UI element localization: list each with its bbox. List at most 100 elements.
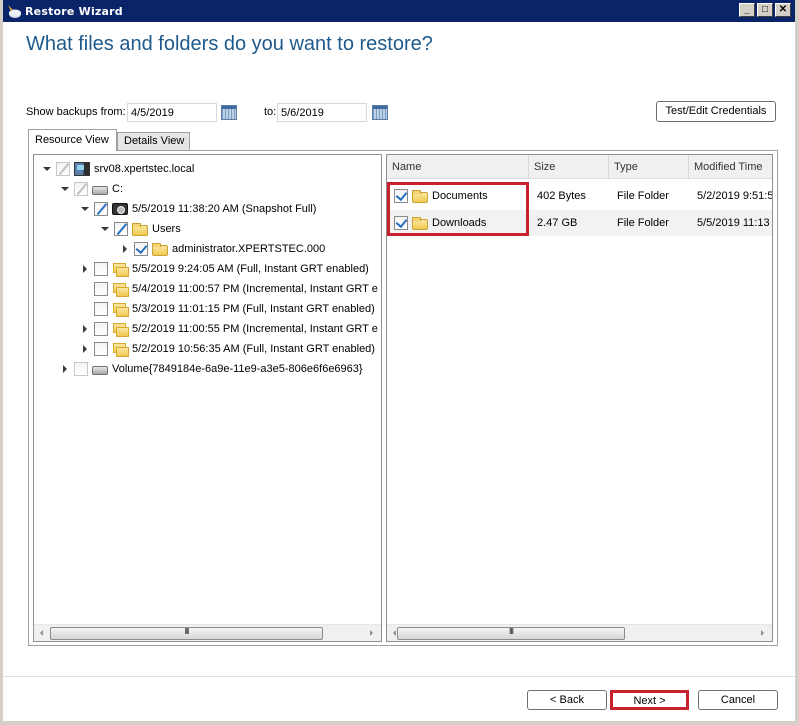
type-cell: File Folder bbox=[617, 190, 669, 202]
maximize-button[interactable]: □ bbox=[757, 3, 773, 17]
test-edit-credentials-button[interactable]: Test/Edit Credentials bbox=[656, 101, 776, 122]
file-list-row[interactable]: Documents 402 Bytes File Folder 5/2/2019 9:… bbox=[387, 183, 772, 209]
folder-icon bbox=[152, 242, 168, 256]
file-name: Documents bbox=[432, 190, 488, 202]
file-name: Downloads bbox=[432, 217, 487, 229]
tree-node[interactable]: 5/5/2019 9:24:05 AM (Full, Instant GRT e… bbox=[80, 259, 369, 279]
tree-node-checkbox[interactable] bbox=[94, 342, 108, 356]
restore-wizard-window: Restore Wizard _ □ ✕ What files and fold… bbox=[0, 0, 799, 725]
tree-horizontal-scrollbar[interactable] bbox=[34, 624, 381, 641]
collapse-arrow-icon[interactable] bbox=[80, 204, 90, 214]
from-date-label: Show backups from: bbox=[26, 106, 126, 118]
tree-node[interactable]: 5/5/2019 11:38:20 AM (Snapshot Full) bbox=[80, 199, 316, 219]
tree-node[interactable]: Volume{7849184e-6a9e-11e9-a3e5-806e6f6e6… bbox=[60, 359, 363, 379]
footer-divider bbox=[3, 676, 795, 677]
to-calendar-icon[interactable] bbox=[372, 105, 388, 120]
next-button[interactable]: Next > bbox=[610, 690, 689, 710]
tree-node-checkbox[interactable] bbox=[74, 362, 88, 376]
scroll-left-arrow-icon[interactable] bbox=[393, 630, 396, 636]
tree-node-label: 5/4/2019 11:00:57 PM (Incremental, Insta… bbox=[132, 283, 378, 295]
drive-icon bbox=[92, 186, 108, 195]
expand-arrow-icon[interactable] bbox=[120, 244, 130, 254]
volume-icon bbox=[92, 366, 108, 375]
backup-set-icon bbox=[112, 262, 129, 277]
tree-node-checkbox[interactable] bbox=[94, 262, 108, 276]
collapse-arrow-icon[interactable] bbox=[100, 224, 110, 234]
size-cell: 2.47 GB bbox=[537, 217, 578, 229]
column-header-name[interactable]: Name bbox=[387, 155, 529, 179]
tree-node-checkbox[interactable] bbox=[94, 282, 108, 296]
tab-details-view[interactable]: Details View bbox=[117, 132, 190, 150]
cancel-button[interactable]: Cancel bbox=[698, 690, 778, 710]
folder-icon bbox=[132, 222, 148, 236]
title-bar[interactable]: Restore Wizard _ □ ✕ bbox=[3, 0, 795, 22]
tree-node-label: Volume{7849184e-6a9e-11e9-a3e5-806e6f6e6… bbox=[112, 363, 363, 375]
minimize-icon: _ bbox=[744, 4, 750, 15]
backup-set-icon bbox=[112, 322, 129, 337]
close-button[interactable]: ✕ bbox=[775, 3, 791, 17]
folder-icon bbox=[412, 189, 428, 203]
column-header-type[interactable]: Type bbox=[609, 155, 689, 179]
file-list-horizontal-scrollbar[interactable] bbox=[387, 624, 772, 641]
file-list-row[interactable]: Downloads 2.47 GB File Folder 5/5/2019 11:1… bbox=[387, 210, 772, 236]
column-header-size[interactable]: Size bbox=[529, 155, 609, 179]
backup-set-icon bbox=[112, 302, 129, 317]
expand-arrow-icon[interactable] bbox=[80, 324, 90, 334]
folder-icon bbox=[412, 216, 428, 230]
close-icon: ✕ bbox=[778, 4, 788, 15]
window-title: Restore Wizard bbox=[25, 4, 123, 18]
from-calendar-icon[interactable] bbox=[221, 105, 237, 120]
scroll-right-arrow-icon[interactable] bbox=[370, 630, 373, 636]
resource-view-panel: srv08.xpertstec.local C: 5/5/2019 11:38:20… bbox=[28, 150, 778, 646]
scroll-right-arrow-icon[interactable] bbox=[761, 630, 764, 636]
tree-node-checkbox[interactable] bbox=[74, 182, 88, 196]
backup-set-icon bbox=[112, 282, 129, 297]
tree-node-label: 5/2/2019 10:56:35 AM (Full, Instant GRT … bbox=[132, 343, 375, 355]
file-list-header: Name Size Type Modified Time bbox=[387, 155, 772, 179]
scroll-thumb[interactable] bbox=[397, 627, 625, 640]
tree-node[interactable]: administrator.XPERTSTEC.000 bbox=[120, 239, 325, 259]
scroll-left-arrow-icon[interactable] bbox=[40, 630, 43, 636]
from-date-input[interactable] bbox=[127, 103, 217, 122]
expand-arrow-icon[interactable] bbox=[80, 344, 90, 354]
tree-node-checkbox[interactable] bbox=[56, 162, 70, 176]
tree-node[interactable]: Users bbox=[100, 219, 181, 239]
expand-arrow-icon[interactable] bbox=[80, 264, 90, 274]
tree-node-checkbox[interactable] bbox=[134, 242, 148, 256]
tree-node[interactable]: 5/4/2019 11:00:57 PM (Incremental, Insta… bbox=[80, 279, 378, 299]
size-cell: 402 Bytes bbox=[537, 190, 586, 202]
to-date-label: to: bbox=[264, 106, 277, 118]
tree-node-label: 5/5/2019 9:24:05 AM (Full, Instant GRT e… bbox=[132, 263, 369, 275]
tree-node[interactable]: 5/3/2019 11:01:15 PM (Full, Instant GRT … bbox=[80, 299, 375, 319]
column-header-modified-time[interactable]: Modified Time bbox=[689, 155, 772, 179]
expand-arrow-icon[interactable] bbox=[60, 364, 70, 374]
tree-node-checkbox[interactable] bbox=[94, 202, 108, 216]
file-checkbox[interactable] bbox=[394, 216, 408, 230]
type-cell: File Folder bbox=[617, 217, 669, 229]
snapshot-icon bbox=[112, 203, 128, 215]
tree-node-checkbox[interactable] bbox=[94, 322, 108, 336]
tree-node[interactable]: C: bbox=[60, 179, 123, 199]
tree-node-checkbox[interactable] bbox=[94, 302, 108, 316]
tree-node-label: 5/2/2019 11:00:55 PM (Incremental, Insta… bbox=[132, 323, 378, 335]
tree-node[interactable]: 5/2/2019 10:56:35 AM (Full, Instant GRT … bbox=[80, 339, 375, 359]
server-icon bbox=[74, 162, 90, 176]
minimize-button[interactable]: _ bbox=[739, 3, 755, 17]
back-button[interactable]: < Back bbox=[527, 690, 607, 710]
tree-node-label: C: bbox=[112, 183, 123, 195]
name-cell: Downloads bbox=[394, 210, 529, 236]
tree-node-label: 5/5/2019 11:38:20 AM (Snapshot Full) bbox=[132, 203, 317, 215]
tab-resource-view[interactable]: Resource View bbox=[28, 129, 117, 151]
collapse-arrow-icon[interactable] bbox=[60, 184, 70, 194]
tree-node-label: 5/3/2019 11:01:15 PM (Full, Instant GRT … bbox=[132, 303, 375, 315]
tree-node-label: srv08.xpertstec.local bbox=[94, 163, 195, 175]
scroll-thumb[interactable] bbox=[50, 627, 323, 640]
collapse-arrow-icon[interactable] bbox=[42, 164, 52, 174]
tree-node[interactable]: srv08.xpertstec.local bbox=[42, 159, 194, 179]
tree-node[interactable]: 5/2/2019 11:00:55 PM (Incremental, Insta… bbox=[80, 319, 378, 339]
file-checkbox[interactable] bbox=[394, 189, 408, 203]
tree-node-checkbox[interactable] bbox=[114, 222, 128, 236]
to-date-input[interactable] bbox=[277, 103, 367, 122]
